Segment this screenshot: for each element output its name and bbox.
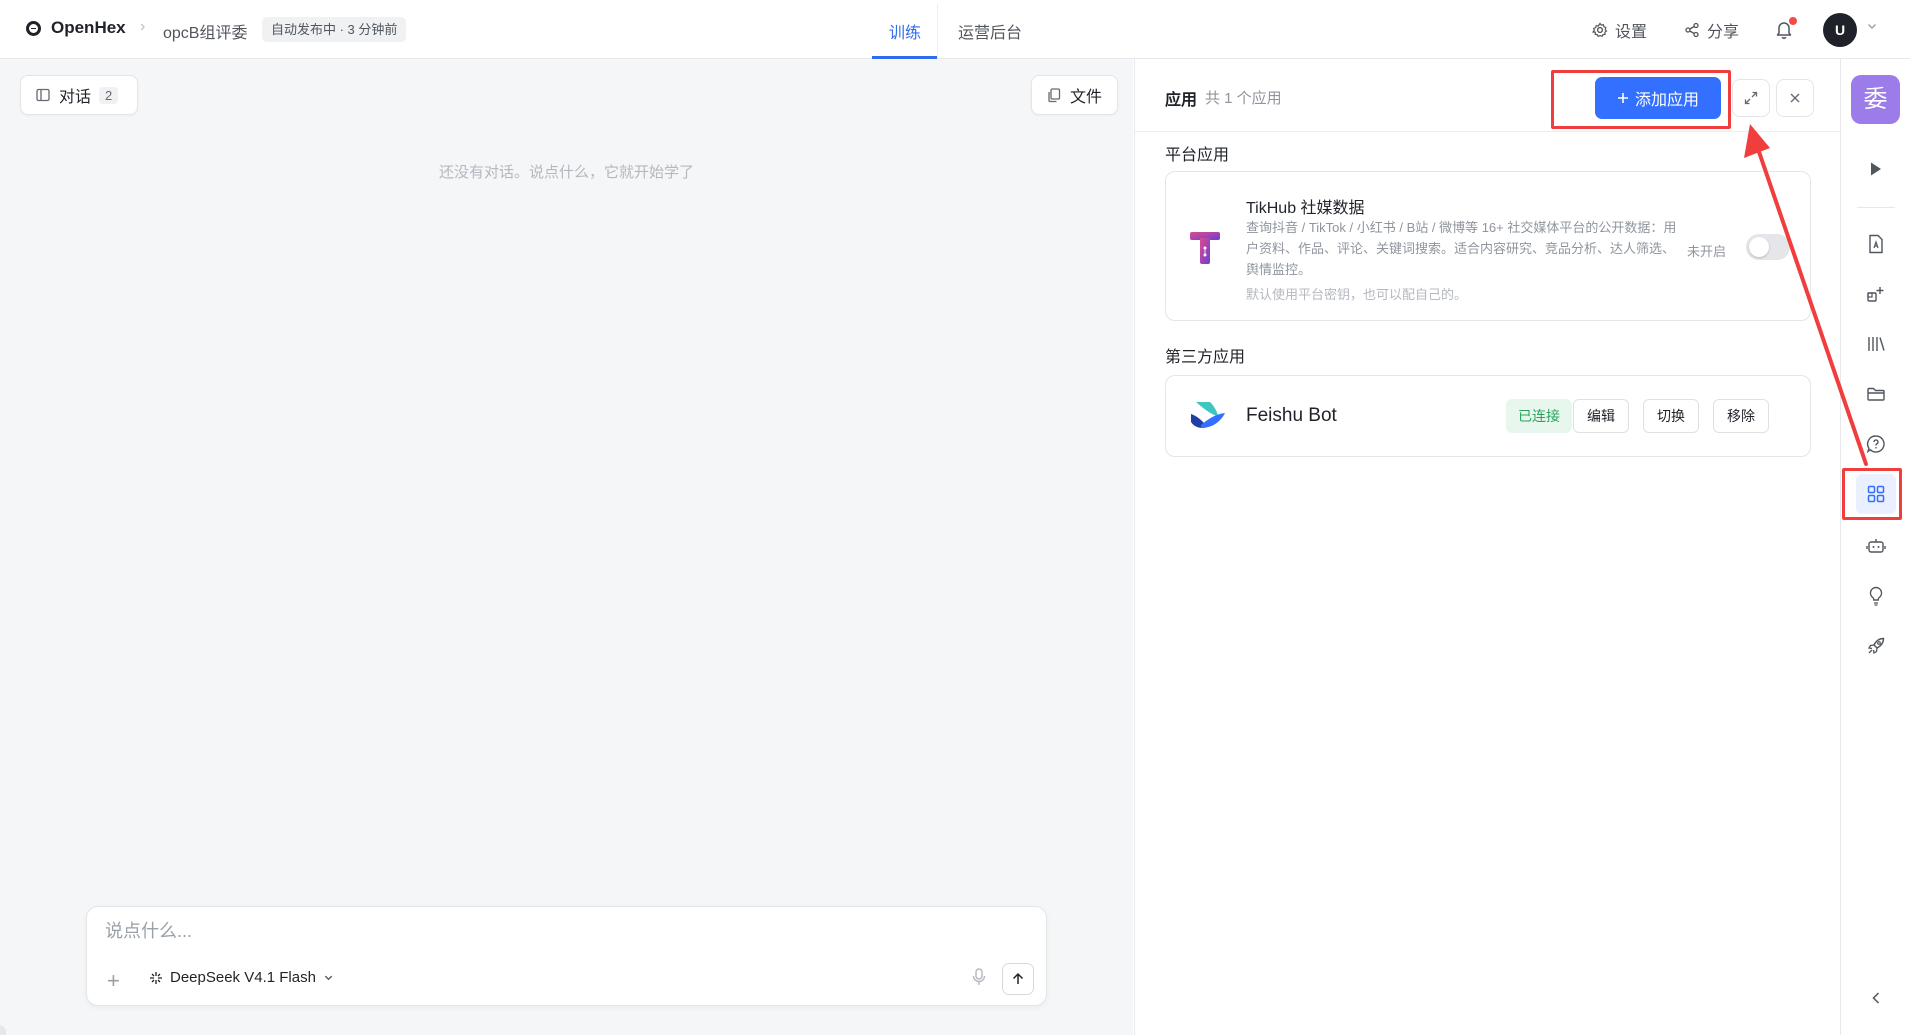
toggle-knob: [1749, 237, 1769, 257]
app-description: 查询抖音 / TikTok / 小红书 / B站 / 微博等 16+ 社交媒体平…: [1246, 220, 1677, 277]
third-party-apps-heading: 第三方应用: [1165, 349, 1246, 366]
app-enable-toggle[interactable]: [1746, 234, 1790, 260]
share-icon: [1684, 22, 1700, 38]
share-button[interactable]: 分享: [1684, 18, 1739, 42]
tab-train[interactable]: 训练: [889, 19, 921, 43]
app-card-tikhub: TikHub 社媒数据 查询抖音 / TikTok / 小红书 / B站 / 微…: [1165, 171, 1811, 321]
tikhub-logo-icon: [1188, 228, 1222, 268]
tab-operations[interactable]: 运营后台: [958, 19, 1022, 43]
settings-button[interactable]: 设置: [1592, 18, 1647, 42]
edit-app-button[interactable]: 编辑: [1573, 399, 1629, 433]
switch-app-button[interactable]: 切换: [1643, 399, 1699, 433]
sparkle-icon: [149, 971, 163, 985]
connected-status-badge: 已连接: [1506, 399, 1572, 433]
message-input[interactable]: [105, 921, 1005, 942]
top-bar: OpenHex › opcB组评委 自动发布中 · 3 分钟前 训练 运营后台 …: [0, 0, 1910, 59]
conversations-label: 对话: [59, 89, 92, 106]
send-button[interactable]: [1002, 963, 1034, 995]
app-status-label: 未开启: [1687, 244, 1727, 259]
folder-icon[interactable]: [1865, 383, 1887, 405]
platform-apps-heading: 平台应用: [1165, 147, 1230, 164]
feishu-logo-icon: [1188, 398, 1228, 434]
conversations-count-badge: 2: [99, 86, 119, 104]
highlight-box-apps-rail: [1842, 468, 1902, 520]
apps-panel-header: 应用 共 1 个应用 添加应用: [1135, 59, 1840, 132]
blocks-add-icon[interactable]: [1865, 283, 1887, 305]
apps-panel-title: 应用: [1165, 92, 1198, 109]
publish-status-badge: 自动发布中 · 3 分钟前: [262, 17, 407, 42]
brand[interactable]: OpenHex: [26, 18, 126, 38]
app-name: Feishu Bot: [1246, 405, 1337, 426]
play-icon[interactable]: [1865, 158, 1887, 180]
collapse-left-icon[interactable]: [1865, 987, 1887, 1009]
close-icon: [1789, 92, 1801, 104]
sidebar-toggle-icon: [35, 87, 51, 103]
document-icon[interactable]: [1865, 233, 1887, 255]
rail-divider: [1857, 207, 1895, 208]
settings-label: 设置: [1615, 24, 1648, 41]
files-button[interactable]: 文件: [1031, 75, 1118, 115]
model-selector[interactable]: DeepSeek V4.1 Flash: [149, 969, 334, 986]
chevron-down-icon: [323, 972, 334, 983]
apps-panel: 应用 共 1 个应用 添加应用 平台应用 TikHub 社媒数据 查询抖音 / …: [1134, 59, 1840, 1035]
close-panel-button[interactable]: [1776, 79, 1814, 117]
expand-panel-button[interactable]: [1732, 79, 1770, 117]
files-label: 文件: [1070, 89, 1103, 106]
brand-name: OpenHex: [51, 18, 126, 37]
highlight-box-add-app: [1551, 70, 1731, 129]
rocket-icon[interactable]: [1865, 635, 1887, 657]
user-avatar[interactable]: U: [1823, 13, 1857, 47]
openhex-logo-icon: [26, 20, 41, 36]
library-icon[interactable]: [1865, 333, 1887, 355]
right-tool-rail: 委: [1840, 59, 1910, 1035]
app-card-feishu: Feishu Bot 已连接 编辑 切换 移除: [1165, 375, 1811, 457]
conversations-button[interactable]: 对话 2: [20, 75, 138, 115]
apps-count: 共 1 个应用: [1205, 90, 1282, 107]
app-name: TikHub 社媒数据: [1246, 200, 1365, 217]
microphone-icon[interactable]: [971, 967, 987, 987]
chevron-down-icon[interactable]: [1866, 20, 1878, 32]
arrow-up-icon: [1011, 972, 1025, 986]
share-label: 分享: [1707, 24, 1740, 41]
plus-icon[interactable]: +: [107, 970, 120, 992]
chat-question-icon[interactable]: [1865, 433, 1887, 455]
lightbulb-icon[interactable]: [1865, 585, 1887, 607]
robot-icon[interactable]: [1865, 535, 1887, 557]
notification-dot: [1789, 17, 1797, 25]
message-composer: + DeepSeek V4.1 Flash: [86, 906, 1047, 1006]
left-drawer-handle[interactable]: [0, 1025, 6, 1035]
empty-conversation-hint: 还没有对话。说点什么，它就开始学了: [438, 164, 694, 181]
copy-files-icon: [1046, 87, 1062, 103]
remove-app-button[interactable]: 移除: [1713, 399, 1769, 433]
breadcrumb-separator: ›: [140, 18, 146, 35]
model-name: DeepSeek V4.1 Flash: [170, 969, 316, 986]
expand-icon: [1744, 91, 1758, 105]
tab-divider: [937, 4, 938, 58]
chat-panel: 对话 2 文件 还没有对话。说点什么，它就开始学了: [0, 59, 1133, 1035]
agent-avatar[interactable]: 委: [1851, 75, 1900, 124]
app-key-note: 默认使用平台密钥，也可以配自己的。: [1246, 287, 1468, 302]
breadcrumb-project[interactable]: opcB组评委: [163, 19, 247, 43]
gear-icon: [1592, 22, 1608, 38]
